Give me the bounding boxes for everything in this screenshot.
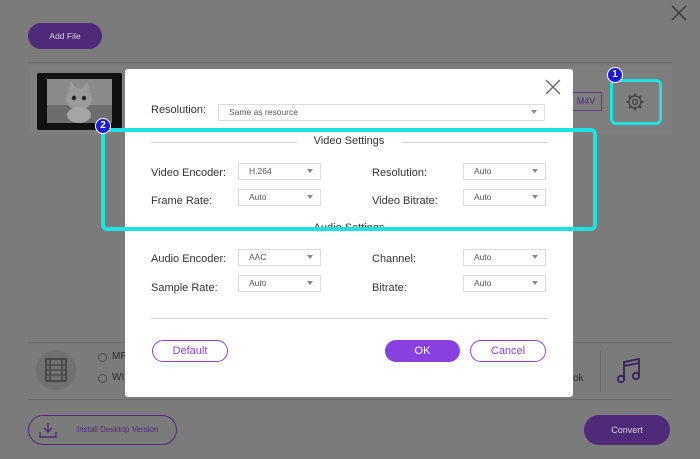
chevron-down-icon: [531, 110, 537, 114]
format-radio[interactable]: [98, 374, 107, 383]
music-icon[interactable]: [616, 357, 642, 385]
channel-label: Channel:: [372, 253, 417, 265]
bitrate-select[interactable]: Auto: [463, 275, 546, 292]
close-icon[interactable]: [545, 79, 561, 95]
step-badge-1: 1: [607, 67, 623, 83]
bitrate-value: Auto: [474, 278, 492, 288]
sample-rate-select[interactable]: Auto: [238, 275, 321, 292]
cat-image-icon: [47, 81, 112, 123]
chevron-down-icon: [532, 255, 538, 259]
install-label: Install Desktop Version: [77, 425, 159, 434]
format-radio[interactable]: [98, 353, 107, 362]
audio-encoder-label: Audio Encoder:: [151, 253, 227, 265]
audio-encoder-value: AAC: [249, 252, 267, 262]
chevron-down-icon: [307, 281, 313, 285]
section-divider: [151, 318, 547, 319]
add-file-button[interactable]: Add File: [28, 23, 102, 49]
close-icon[interactable]: [669, 3, 689, 23]
default-button[interactable]: Default: [152, 340, 228, 362]
convert-button[interactable]: Convert: [584, 415, 670, 445]
cancel-button[interactable]: Cancel: [470, 340, 546, 362]
sample-rate-label: Sample Rate:: [151, 282, 218, 294]
thumbnail-image: [47, 79, 112, 123]
format-option-label: ok: [573, 373, 584, 384]
install-desktop-button[interactable]: Install Desktop Version: [28, 415, 177, 445]
format-option-label: WI: [112, 372, 125, 383]
chevron-down-icon: [307, 255, 313, 259]
ok-button[interactable]: OK: [385, 340, 460, 362]
format-tag[interactable]: M4V: [570, 92, 602, 111]
channel-select[interactable]: Auto: [463, 249, 546, 266]
download-icon: [39, 423, 57, 438]
film-icon[interactable]: [36, 350, 76, 390]
video-settings-highlight: [101, 128, 597, 231]
settings-dialog: Resolution: Same as resource Video Setti…: [125, 69, 573, 397]
chevron-down-icon: [532, 281, 538, 285]
gear-icon[interactable]: [625, 92, 645, 112]
audio-encoder-select[interactable]: AAC: [238, 249, 321, 266]
divider: [600, 350, 601, 392]
resolution-value: Same as resource: [229, 107, 298, 117]
channel-value: Auto: [474, 252, 492, 262]
resolution-select[interactable]: Same as resource: [218, 104, 545, 121]
resolution-label: Resolution:: [151, 104, 207, 116]
step-badge-2: 2: [95, 118, 111, 134]
sample-rate-value: Auto: [249, 278, 267, 288]
divider: [28, 62, 672, 63]
bitrate-label: Bitrate:: [372, 282, 407, 294]
